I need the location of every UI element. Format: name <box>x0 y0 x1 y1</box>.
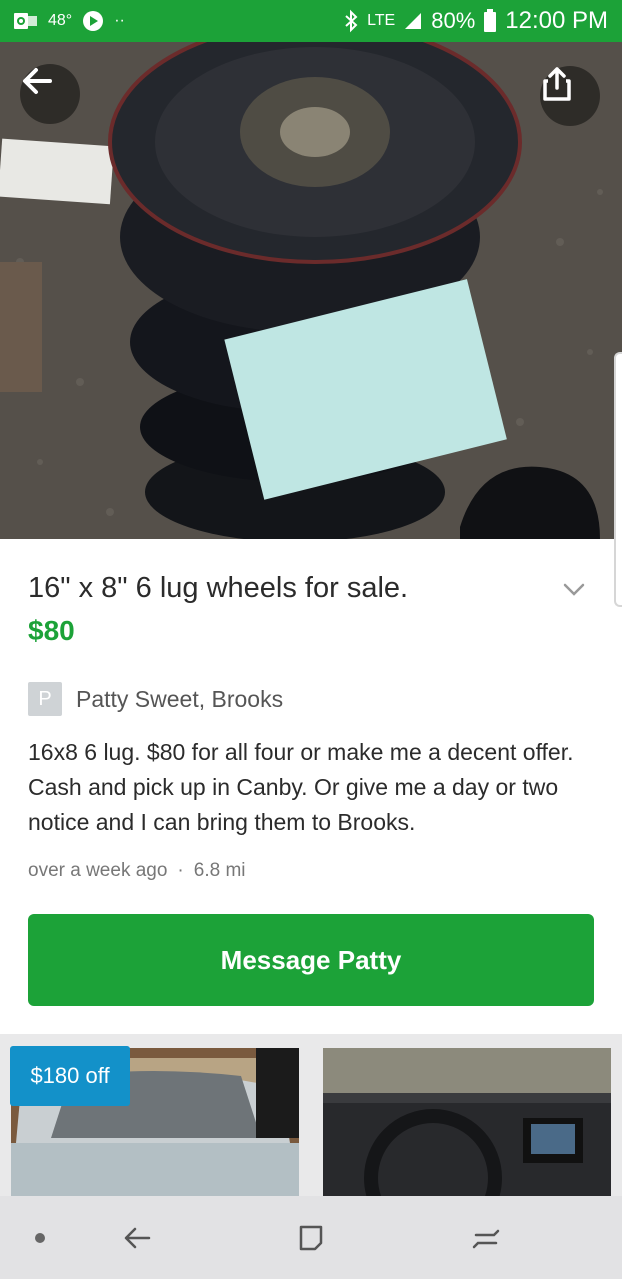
scroll-indicator <box>614 352 622 607</box>
bluetooth-icon <box>343 9 359 33</box>
related-listing-card[interactable] <box>323 1048 611 1196</box>
temperature: 48° <box>48 12 73 29</box>
listing-photo[interactable] <box>0 42 622 539</box>
back-arrow-icon <box>23 68 52 94</box>
nav-dot-icon <box>35 1233 45 1243</box>
listing-price: $80 <box>28 615 75 646</box>
back-button[interactable] <box>20 64 80 124</box>
wheels-photo <box>0 42 622 539</box>
distance: 6.8 mi <box>193 860 246 881</box>
posted-time: over a week ago <box>28 860 168 881</box>
battery-icon <box>483 9 497 33</box>
outlook-icon <box>14 11 38 31</box>
seller-info[interactable]: P Patty Sweet, Brooks <box>28 682 283 716</box>
system-nav-bar <box>0 1196 622 1279</box>
truck-interior-photo <box>323 1048 611 1196</box>
signal-icon <box>403 11 423 31</box>
nav-dot-button[interactable] <box>20 1218 60 1258</box>
chevron-down-icon[interactable] <box>560 575 588 603</box>
nav-back-icon <box>124 1227 151 1249</box>
seller-name: Patty Sweet, Brooks <box>76 685 284 712</box>
avatar: P <box>28 682 62 716</box>
share-icon <box>543 67 571 101</box>
clock: 12:00 PM <box>505 7 608 34</box>
nav-back-button[interactable] <box>117 1218 157 1258</box>
share-button[interactable] <box>540 66 600 126</box>
network-type: LTE <box>367 12 396 29</box>
nav-recents-button[interactable] <box>291 1218 331 1258</box>
battery-percent: 80% <box>431 8 476 33</box>
nav-overview-icon <box>472 1229 500 1249</box>
more-notifications-icon: ·· <box>114 12 125 29</box>
nav-recents-icon <box>299 1225 323 1251</box>
message-seller-button[interactable]: Message Patty <box>28 914 594 1006</box>
nav-overview-button[interactable] <box>466 1218 506 1258</box>
status-bar: 48° ·· LTE 80% 12:00 PM <box>0 0 622 42</box>
listing-description: 16x8 6 lug. $80 for all four or make me … <box>28 739 574 835</box>
discount-badge: $180 off <box>10 1046 130 1106</box>
listing-meta: over a week ago · 6.8 mi <box>28 860 246 882</box>
play-icon <box>82 10 104 32</box>
listing-title: 16" x 8" 6 lug wheels for sale. <box>28 572 409 604</box>
meta-separator: · <box>177 860 184 881</box>
